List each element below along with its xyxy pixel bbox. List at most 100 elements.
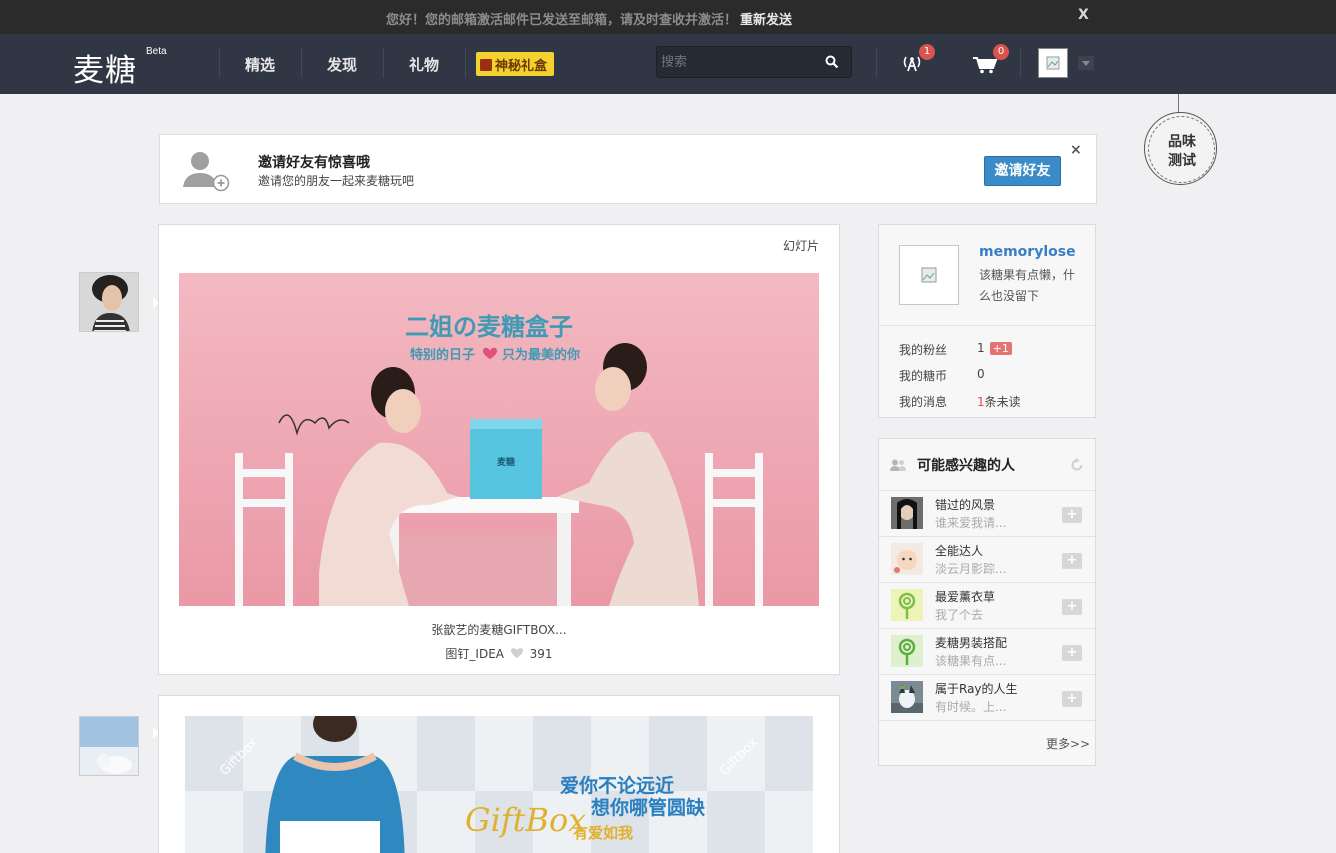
notice-close-button[interactable]: X (1078, 7, 1089, 23)
coins-label[interactable]: 我的糖币 (899, 367, 947, 384)
cart-icon[interactable] (972, 56, 998, 74)
coins-value: 0 (977, 367, 985, 381)
followers-count: 1 (977, 341, 985, 355)
notice-message: 您好！您的邮箱激活邮件已发送至邮箱，请及时查收并激活！ (386, 13, 738, 28)
person-name[interactable]: 最爱薰衣草 (935, 588, 995, 605)
invite-description: 邀请您的朋友一起来麦糖玩吧 (258, 174, 415, 188)
post-caption[interactable]: 张歆艺的麦糖GIFTBOX... (159, 621, 839, 638)
post-author-name[interactable]: 图钉_IDEA (445, 647, 504, 661)
nav-divider (301, 48, 302, 78)
suggested-person[interactable]: 属于Ray的人生 有时候。上... + (879, 674, 1095, 720)
invite-panel: 邀请好友有惊喜哦 邀请您的朋友一起来麦糖玩吧 邀请好友 × (159, 134, 1097, 204)
box-brand: 麦糖 (497, 456, 515, 468)
search-input[interactable] (657, 47, 817, 77)
person-avatar[interactable] (891, 497, 923, 529)
lollipop-avatar[interactable] (891, 635, 923, 667)
person-name[interactable]: 错过的风景 (935, 496, 995, 513)
resend-link[interactable]: 重新发送 (740, 9, 792, 28)
followers-label[interactable]: 我的粉丝 (899, 341, 947, 358)
messages-label[interactable]: 我的消息 (899, 393, 947, 410)
broken-image-icon (921, 267, 937, 283)
search-icon[interactable] (825, 55, 839, 69)
post-meta: 图钉_IDEA 391 (159, 645, 839, 662)
lollipop-avatar[interactable] (891, 589, 923, 621)
followers-value[interactable]: 1 +1 (977, 341, 1012, 355)
follow-button[interactable]: + (1062, 645, 1082, 661)
notification-count-badge: 1 (919, 44, 935, 60)
suggested-title: 可能感兴趣的人 (917, 458, 1015, 474)
person-name[interactable]: 全能达人 (935, 542, 983, 559)
invite-user-icon (183, 152, 230, 192)
tag-string (1178, 94, 1179, 114)
logo[interactable]: 麦糖 (73, 45, 137, 90)
suggested-people-card: 可能感兴趣的人 错过的风景 谁来爱我请... + 全能达人 淡云月影踪... +… (878, 438, 1096, 766)
follow-button[interactable]: + (1062, 599, 1082, 615)
person-desc: 淡云月影踪... (935, 562, 1007, 576)
people-icon (890, 459, 906, 471)
profile-bio: 该糖果有点懒，什么也没留下 (979, 268, 1076, 303)
nav-divider (219, 48, 220, 78)
like-count: 391 (529, 647, 553, 661)
beta-label: Beta (146, 46, 167, 57)
nav-gifts[interactable]: 礼物 (409, 54, 439, 75)
post-author-avatar[interactable] (79, 272, 139, 332)
follow-button[interactable]: + (1062, 507, 1082, 523)
person-name[interactable]: 麦糖男装搭配 (935, 634, 1007, 651)
author-photo (80, 717, 138, 775)
mystery-box-label: 神秘礼盒 (495, 59, 548, 74)
invite-friends-button[interactable]: 邀请好友 (984, 156, 1061, 186)
more-people-link[interactable]: 更多>> (1046, 735, 1090, 752)
profile-username[interactable]: memorylose (979, 244, 1076, 260)
banner-subtitle-a: 特别的日子 (410, 347, 475, 363)
messages-value[interactable]: 1条未读 (977, 393, 1021, 410)
post-card: 幻灯片 二姐の麦糖盒子 特别的日子 只为最美的你 麦糖 张歆艺的麦糖GIFTBO… (158, 224, 840, 675)
post-card: Giftbox Giftbox GiftBox 爱你不论远近 想你哪管圆缺 有爱… (158, 695, 840, 853)
invite-close-button[interactable]: × (1070, 142, 1082, 158)
refresh-icon[interactable] (1070, 458, 1084, 472)
invite-title: 邀请好友有惊喜哦 (258, 155, 370, 171)
post-image[interactable]: Giftbox Giftbox GiftBox 爱你不论远近 想你哪管圆缺 有爱… (185, 716, 813, 853)
mystery-box-button[interactable]: 神秘礼盒 (476, 52, 554, 76)
new-followers-badge: +1 (989, 342, 1012, 355)
person-avatar[interactable] (891, 543, 923, 575)
follow-button[interactable]: + (1062, 553, 1082, 569)
nav-featured[interactable]: 精选 (245, 54, 275, 75)
top-navbar: 麦糖 Beta 精选 发现 礼物 神秘礼盒 1 0 (0, 34, 1336, 94)
search-box (656, 46, 852, 78)
broken-image-icon (1046, 56, 1060, 70)
person-desc: 谁来爱我请... (935, 516, 1007, 530)
suggested-person[interactable]: 错过的风景 谁来爱我请... + (879, 490, 1095, 536)
taste-test-tag[interactable]: 品味 测试 (1144, 112, 1217, 185)
giftbox-banner: Giftbox Giftbox GiftBox 爱你不论远近 想你哪管圆缺 有爱… (185, 716, 813, 853)
gift-icon (480, 59, 492, 71)
nav-divider (1020, 48, 1021, 78)
suggested-person[interactable]: 麦糖男装搭配 该糖果有点... + (879, 628, 1095, 674)
divider (879, 720, 1095, 721)
profile-avatar[interactable] (899, 245, 959, 305)
user-avatar[interactable] (1038, 48, 1068, 78)
suggested-person[interactable]: 最爱薰衣草 我了个去 + (879, 582, 1095, 628)
profile-card: memorylose 该糖果有点懒，什么也没留下 我的粉丝 1 +1 我的糖币 0… (878, 224, 1096, 418)
person-name[interactable]: 属于Ray的人生 (935, 680, 1018, 697)
banner-line3: 有爱如我 (573, 824, 633, 842)
broadcast-icon[interactable] (902, 54, 922, 72)
tag-text-line2: 测试 (1168, 153, 1196, 169)
slideshow-photo: 二姐の麦糖盒子 特别的日子 只为最美的你 麦糖 (179, 273, 819, 606)
nav-discover[interactable]: 发现 (327, 54, 357, 75)
suggested-person[interactable]: 全能达人 淡云月影踪... + (879, 536, 1095, 582)
user-menu-dropdown[interactable] (1078, 56, 1094, 70)
person-desc: 有时候。上... (935, 700, 1007, 714)
tag-text-line1: 品味 (1168, 134, 1196, 150)
post-image[interactable]: 二姐の麦糖盒子 特别的日子 只为最美的你 麦糖 (179, 273, 819, 606)
banner-brand: GiftBox (465, 801, 586, 839)
heart-icon[interactable] (510, 647, 524, 659)
banner-line2: 想你哪管圆缺 (591, 796, 706, 819)
post-type-label[interactable]: 幻灯片 (783, 237, 819, 254)
cart-count-badge: 0 (993, 44, 1009, 60)
post-author-avatar[interactable] (79, 716, 139, 776)
unread-count: 1 (977, 395, 985, 409)
banner-line1: 爱你不论远近 (560, 774, 674, 797)
person-avatar[interactable] (891, 681, 923, 713)
follow-button[interactable]: + (1062, 691, 1082, 707)
banner-title: 二姐の麦糖盒子 (405, 313, 573, 341)
